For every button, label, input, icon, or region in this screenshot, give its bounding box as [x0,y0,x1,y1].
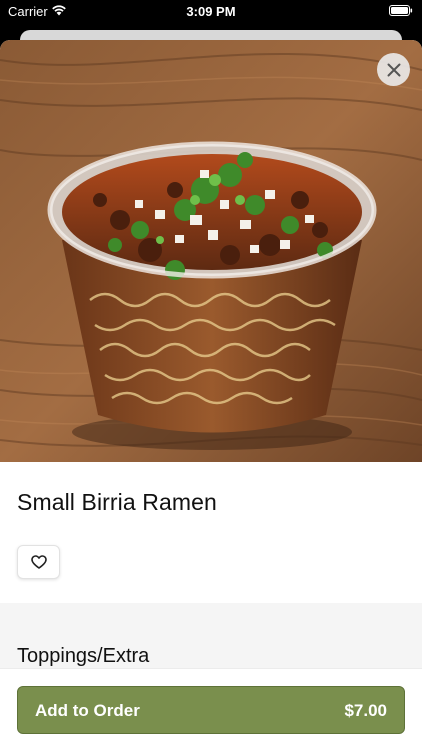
status-time: 3:09 PM [186,4,236,19]
item-photo-illustration [0,40,422,462]
item-title: Small Birria Ramen [17,489,217,515]
battery-icon [389,5,413,16]
item-photo [0,40,422,462]
add-to-order-label: Add to Order [35,701,140,720]
favorite-button[interactable] [17,545,60,579]
toppings-section-title: Toppings/Extra [17,645,150,667]
order-price: $7.00 [344,701,387,720]
heart-icon [30,555,47,569]
close-icon [387,63,400,76]
close-button[interactable] [377,53,410,86]
item-detail-modal: Small Birria Ramen Toppings/Extra [0,40,422,750]
add-to-order-button[interactable]: Add to Order $7.00 [17,686,405,734]
screen: Carrier 3:09 PM Small Birria Ramen Toppi… [0,0,422,750]
status-bar: Carrier 3:09 PM [0,0,422,24]
